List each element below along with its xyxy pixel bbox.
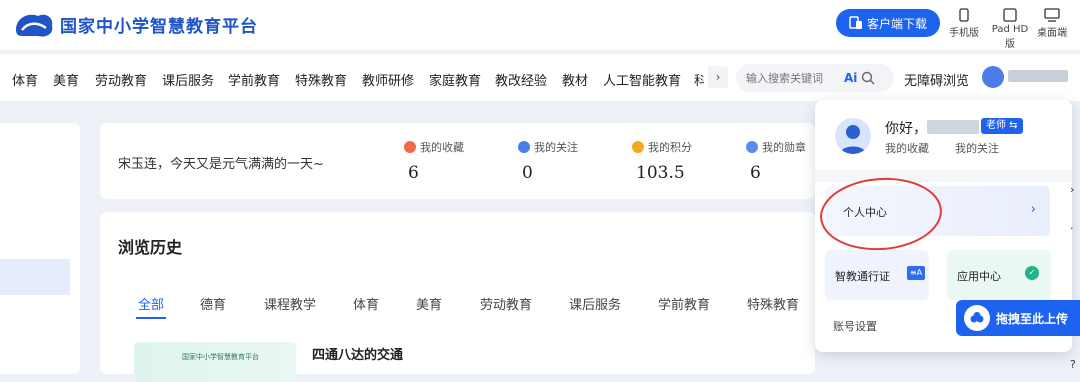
drag-upload-button[interactable]: 拖拽至此上传	[956, 300, 1080, 336]
chevron-right-icon: ›	[1030, 202, 1036, 217]
stat-points-value: 103.5	[636, 163, 685, 183]
top-header: 国家中小学智慧教育平台 客户端下载 手机版 Pad HD版 桌面端	[0, 0, 1080, 50]
tablet-icon	[1003, 8, 1017, 22]
stat-follows-value: 0	[522, 163, 533, 183]
user-name-blurred[interactable]	[1008, 70, 1068, 82]
nav-item-labor[interactable]: 劳动教育	[95, 70, 147, 89]
app-center-icon: ✓	[1025, 266, 1039, 280]
nav-item-preschool[interactable]: 学前教育	[228, 70, 280, 89]
nav-item-family-ed[interactable]: 家庭教育	[429, 70, 481, 89]
nav-item-arts[interactable]: 美育	[53, 70, 79, 89]
history-title: 浏览历史	[118, 238, 183, 257]
platform-logo-icon[interactable]	[12, 8, 56, 40]
left-panel-highlight[interactable]	[0, 259, 70, 295]
app-center-label: 应用中心	[957, 270, 1001, 283]
device-pad[interactable]: Pad HD版	[988, 8, 1032, 50]
account-settings-link[interactable]: 账号设置	[833, 318, 877, 334]
dropdown-username-blurred	[927, 120, 979, 134]
stat-follows[interactable]: 我的关注 0	[518, 139, 578, 183]
greeting-text: 宋玉连，今天又是元气满满的一天~	[118, 157, 324, 172]
stat-favorites-label: 我的收藏	[420, 141, 464, 154]
search-box: Ai	[736, 64, 894, 92]
stat-medals-value: 6	[750, 163, 761, 183]
drag-upload-label: 拖拽至此上传	[996, 311, 1069, 326]
ai-search-icon[interactable]: Ai	[844, 71, 857, 85]
tab-preschool[interactable]: 学前教育	[658, 294, 710, 313]
phone-icon	[959, 8, 969, 22]
greeting-card: 宋玉连，今天又是元气满满的一天~ 我的收藏 6 我的关注 0 我的积分 103.…	[100, 123, 815, 199]
stat-medals-label: 我的勋章	[762, 141, 806, 154]
help-icon[interactable]: ?	[1070, 358, 1076, 371]
user-avatar[interactable]	[982, 66, 1004, 88]
tab-course[interactable]: 课程教学	[264, 294, 316, 313]
tab-special-ed[interactable]: 特殊教育	[747, 294, 799, 313]
coin-icon	[632, 141, 644, 153]
search-icon[interactable]	[861, 71, 875, 85]
nav-item-truncated[interactable]: 科	[694, 70, 704, 89]
category-nav: 体育 美育 劳动教育 课后服务 学前教育 特殊教育 教师研修 家庭教育 教改经验…	[0, 53, 1080, 101]
stat-points[interactable]: 我的积分 103.5	[632, 139, 692, 183]
desktop-icon	[1044, 8, 1060, 22]
user-avatar-icon	[840, 125, 866, 154]
chevron-right-icon: ›	[715, 70, 721, 84]
dropdown-avatar	[835, 118, 871, 154]
nav-more-button[interactable]: ›	[708, 66, 728, 88]
nav-item-textbook[interactable]: 教材	[562, 70, 588, 89]
client-download-button[interactable]: 客户端下载	[836, 9, 940, 37]
nav-item-afterschool[interactable]: 课后服务	[162, 70, 214, 89]
device-phone[interactable]: 手机版	[944, 8, 984, 39]
download-device-icon	[849, 16, 862, 29]
medal-icon	[746, 141, 758, 153]
tab-pe[interactable]: 体育	[353, 294, 379, 313]
stat-medals[interactable]: 我的勋章 6	[746, 139, 806, 183]
stat-follows-label: 我的关注	[534, 141, 578, 154]
search-input[interactable]	[746, 71, 838, 85]
dropdown-separator	[815, 170, 1072, 182]
client-download-label: 客户端下载	[866, 16, 927, 31]
history-item-title[interactable]: 四通八达的交通	[312, 344, 403, 363]
upload-cloud-icon	[964, 305, 990, 331]
tab-moral[interactable]: 德育	[200, 294, 226, 313]
device-desktop-label: 桌面端	[1037, 28, 1067, 39]
tab-arts[interactable]: 美育	[416, 294, 442, 313]
left-side-panel	[0, 123, 80, 374]
stat-favorites-value: 6	[408, 163, 419, 183]
platform-title[interactable]: 国家中小学智慧教育平台	[60, 12, 258, 37]
stat-points-label: 我的积分	[648, 141, 692, 154]
edge-fragment-icon: ·	[1070, 222, 1074, 235]
history-item-thumbnail[interactable]: 国家中小学智慧教育平台	[134, 342, 296, 382]
edge-chevron-icon[interactable]: ›	[1070, 183, 1074, 196]
device-phone-label: 手机版	[949, 28, 979, 39]
nav-item-pe[interactable]: 体育	[12, 70, 38, 89]
stat-favorites[interactable]: 我的收藏 6	[404, 139, 464, 183]
device-desktop[interactable]: 桌面端	[1032, 8, 1072, 39]
tab-all[interactable]: 全部	[138, 294, 164, 313]
dropdown-follows-link[interactable]: 我的关注	[955, 140, 999, 156]
person-icon	[518, 141, 530, 153]
nav-item-special-ed[interactable]: 特殊教育	[295, 70, 347, 89]
dropdown-greeting: 你好，	[885, 121, 927, 137]
smart-pass-card[interactable]: 智教通行证 ≡A	[825, 250, 929, 300]
app-center-card[interactable]: 应用中心 ✓	[947, 250, 1051, 300]
browse-history-card: 浏览历史 全部 德育 课程教学 体育 美育 劳动教育 课后服务 学前教育 特殊教…	[100, 212, 815, 382]
nav-item-reform[interactable]: 教改经验	[495, 70, 547, 89]
active-tab-underline	[136, 317, 166, 319]
smart-pass-label: 智教通行证	[835, 270, 890, 283]
accessibility-link[interactable]: 无障碍浏览	[904, 70, 969, 89]
id-card-icon: ≡A	[907, 266, 925, 280]
device-pad-label: Pad HD版	[991, 24, 1029, 50]
tab-afterschool[interactable]: 课后服务	[569, 294, 621, 313]
tab-labor[interactable]: 劳动教育	[480, 294, 532, 313]
nav-item-ai-ed[interactable]: 人工智能教育	[603, 70, 681, 89]
teacher-role-badge[interactable]: 老师 ⇆	[981, 118, 1023, 134]
nav-item-teacher-training[interactable]: 教师研修	[362, 70, 414, 89]
thumbnail-caption: 国家中小学智慧教育平台	[182, 353, 259, 361]
heart-icon	[404, 141, 416, 153]
dropdown-favorites-link[interactable]: 我的收藏	[885, 140, 929, 156]
